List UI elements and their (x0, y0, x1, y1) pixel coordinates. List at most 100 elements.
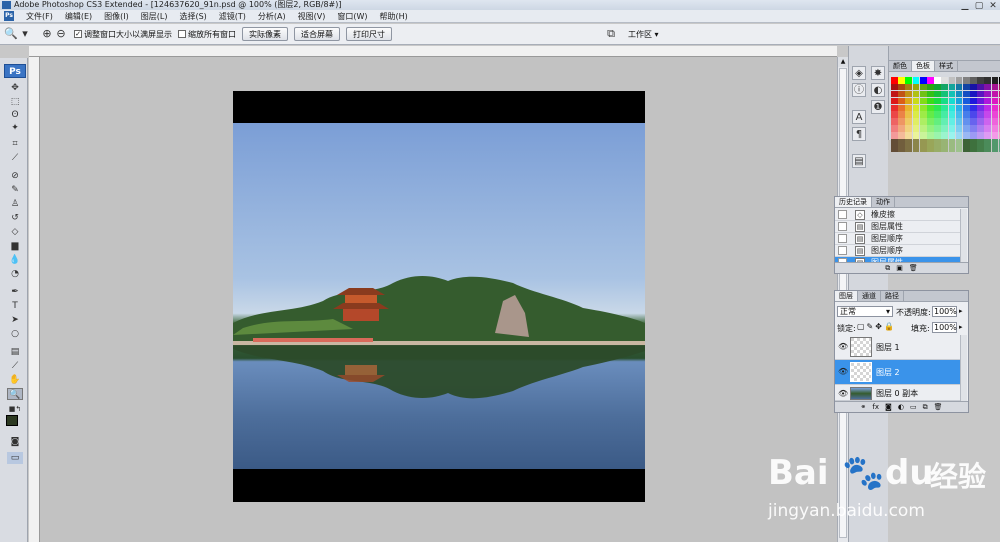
foreground-color-swatch[interactable] (6, 415, 18, 426)
color-swatch[interactable] (991, 104, 999, 112)
color-swatch[interactable] (941, 104, 949, 112)
brush-tool-icon[interactable]: ✎ (7, 184, 23, 196)
color-swatch[interactable] (926, 139, 934, 146)
gradient-tool-icon[interactable]: ▆ (7, 240, 23, 252)
color-swatch[interactable] (926, 77, 934, 84)
color-swatch[interactable] (991, 132, 999, 139)
color-swatch[interactable] (891, 145, 898, 153)
quick-mask-icon[interactable]: ◙ (7, 436, 23, 448)
color-swatch[interactable] (984, 77, 992, 84)
fit-screen-button[interactable]: 适合屏幕 (294, 27, 340, 41)
history-checkbox[interactable] (838, 222, 847, 231)
color-swatch[interactable] (898, 90, 905, 98)
layer-row[interactable]: 👁 图层 0 副本 (835, 385, 963, 401)
color-swatch[interactable] (898, 104, 905, 112)
color-swatch[interactable] (926, 118, 934, 125)
bridge-icon[interactable]: ⧉ (604, 27, 618, 41)
tab-paths[interactable]: 路径 (881, 291, 904, 301)
color-swatch[interactable] (934, 90, 941, 98)
color-swatch[interactable] (919, 125, 927, 132)
color-swatch[interactable] (926, 90, 934, 98)
color-swatch[interactable] (970, 83, 977, 91)
color-swatch[interactable] (941, 125, 949, 132)
color-swatch[interactable] (912, 111, 920, 118)
color-swatch[interactable] (898, 83, 905, 91)
color-swatch[interactable] (926, 125, 934, 132)
tab-layers[interactable]: 图层 (835, 291, 858, 301)
color-swatch[interactable] (977, 139, 985, 146)
tool-presets-panel-icon[interactable]: ◐ (871, 83, 885, 97)
swap-colors-icon[interactable]: ■↰ (7, 403, 23, 415)
color-swatch[interactable] (991, 125, 999, 132)
color-swatch[interactable] (948, 90, 956, 98)
color-swatch[interactable] (991, 118, 999, 125)
color-swatch[interactable] (962, 125, 970, 132)
color-swatch[interactable] (984, 104, 992, 112)
swatch-grid[interactable] (891, 77, 1000, 153)
color-swatch[interactable] (898, 97, 905, 105)
history-brush-tool-icon[interactable]: ↺ (7, 212, 23, 224)
color-swatch[interactable] (962, 104, 970, 112)
opacity-input[interactable]: 100% (932, 306, 957, 317)
color-swatch[interactable] (977, 83, 985, 91)
color-swatch[interactable] (955, 145, 963, 153)
color-swatch[interactable] (962, 83, 970, 91)
color-swatch[interactable] (991, 90, 999, 98)
eyedropper-tool-icon[interactable]: ⟋ (7, 360, 23, 372)
color-swatch[interactable] (941, 139, 949, 146)
color-swatch[interactable] (891, 77, 898, 84)
marquee-tool-icon[interactable]: ⬚ (7, 96, 23, 108)
color-swatch[interactable] (919, 104, 927, 112)
navigator-panel-icon[interactable]: ◈ (852, 66, 866, 80)
color-swatch[interactable] (898, 77, 905, 84)
shape-tool-icon[interactable]: ○ (7, 328, 23, 340)
color-swatch[interactable] (970, 139, 977, 146)
menu-analysis[interactable]: 分析(A) (252, 11, 292, 22)
tab-history[interactable]: 历史记录 (835, 197, 872, 207)
color-swatch[interactable] (984, 145, 992, 153)
color-swatch[interactable] (926, 132, 934, 139)
color-swatch[interactable] (970, 145, 977, 153)
lock-options-icons[interactable]: ▢✎✥🔒 (857, 322, 896, 331)
color-swatch[interactable] (905, 139, 913, 146)
color-swatch[interactable] (970, 132, 977, 139)
color-swatch[interactable] (912, 145, 920, 153)
color-swatch[interactable] (912, 139, 920, 146)
color-swatch[interactable] (977, 118, 985, 125)
menu-image[interactable]: 图像(I) (98, 11, 135, 22)
color-swatch[interactable] (919, 97, 927, 105)
color-swatch[interactable] (970, 90, 977, 98)
layers-scrollbar[interactable] (960, 335, 967, 402)
info-panel-icon[interactable]: ⓘ (852, 83, 866, 97)
color-swatch[interactable] (891, 125, 898, 132)
type-tool-icon[interactable]: T (7, 300, 23, 312)
color-swatch[interactable] (941, 118, 949, 125)
color-swatch[interactable] (970, 77, 977, 84)
color-swatch[interactable] (934, 132, 941, 139)
color-swatch[interactable] (948, 111, 956, 118)
color-swatch[interactable] (955, 139, 963, 146)
color-swatch[interactable] (955, 104, 963, 112)
history-checkbox[interactable] (838, 234, 847, 243)
color-swatch[interactable] (919, 90, 927, 98)
history-item[interactable]: ▤ 图层顺序 (835, 245, 963, 257)
color-swatch[interactable] (948, 97, 956, 105)
eraser-tool-icon[interactable]: ◇ (7, 226, 23, 238)
ps-menu-icon[interactable]: Ps (4, 11, 14, 21)
color-swatch[interactable] (977, 125, 985, 132)
workspace-menu[interactable]: 工作区 ▾ (628, 29, 659, 40)
color-swatch[interactable] (962, 139, 970, 146)
tab-channels[interactable]: 通道 (858, 291, 881, 301)
eye-icon[interactable]: 👁 (838, 367, 848, 376)
color-swatch[interactable] (919, 139, 927, 146)
color-swatch[interactable] (905, 83, 913, 91)
color-swatch[interactable] (919, 83, 927, 91)
actual-pixels-button[interactable]: 实际像素 (242, 27, 288, 41)
color-swatch[interactable] (962, 77, 970, 84)
color-swatch[interactable] (926, 83, 934, 91)
history-checkbox[interactable] (838, 210, 847, 219)
menu-select[interactable]: 选择(S) (173, 11, 212, 22)
zoom-all-checkbox[interactable]: 缩放所有窗口 (178, 29, 236, 40)
color-swatch[interactable] (891, 97, 898, 105)
color-swatch[interactable] (962, 111, 970, 118)
